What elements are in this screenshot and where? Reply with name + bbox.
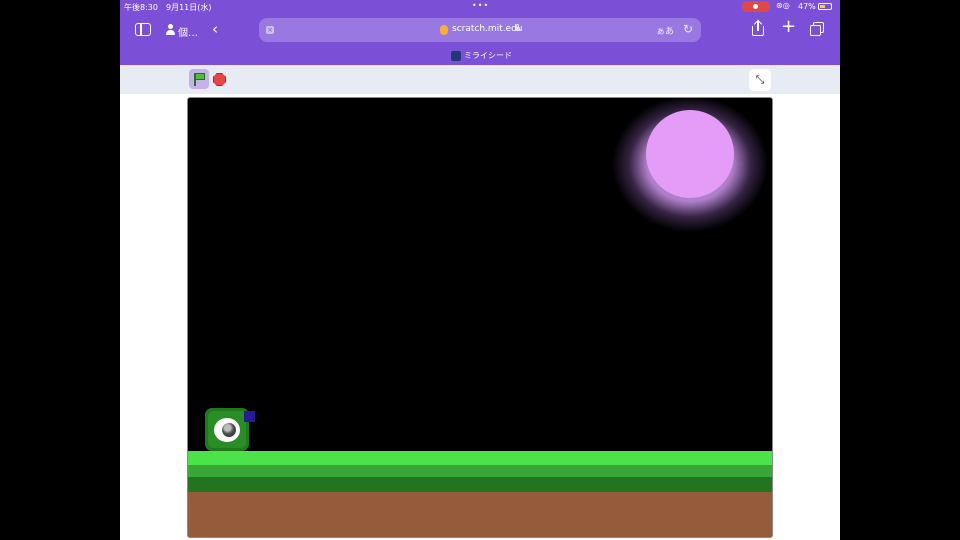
scratch-stage-header: ⤡ (120, 65, 840, 94)
share-icon[interactable] (752, 19, 764, 36)
profile-icon[interactable] (165, 24, 175, 36)
tab-title[interactable]: ミライシード (464, 50, 512, 61)
site-favicon-icon (440, 25, 448, 35)
new-tab-icon[interactable]: + (781, 17, 796, 37)
ground-grass-middle (188, 465, 772, 477)
scratch-stage[interactable] (187, 97, 773, 538)
tab-favicon-icon (451, 51, 461, 61)
player-eye (214, 418, 240, 442)
sidebar-toggle-icon[interactable] (135, 23, 151, 36)
ipad-screen: 午後8:30 9月11日(水) ••• ⊛◎ 47% 個… ‹ × scratc… (120, 0, 840, 540)
status-time: 午後8:30 (124, 3, 158, 12)
translate-button[interactable]: ぁあ (656, 24, 674, 37)
status-bar: 午後8:30 9月11日(水) ••• ⊛◎ 47% (120, 0, 840, 14)
battery-icon (818, 3, 832, 10)
screen-recording-icon[interactable] (742, 1, 770, 12)
close-tab-icon[interactable]: × (266, 26, 274, 34)
url-text[interactable]: scratch.mit.edu (452, 24, 523, 34)
ground-dirt (188, 492, 772, 537)
tab-overview-icon[interactable] (810, 22, 824, 36)
lock-icon (515, 24, 520, 31)
tab-strip: ミライシード (120, 46, 840, 65)
wifi-icon: ⊛◎ (776, 1, 790, 10)
moon-sprite[interactable] (646, 110, 734, 198)
browser-toolbar: 個… ‹ × scratch.mit.edu ぁあ ↻ + (120, 14, 840, 46)
status-date: 9月11日(水) (166, 3, 212, 12)
green-flag-button[interactable] (189, 69, 209, 89)
player-headband (244, 411, 255, 422)
battery-level-fill (820, 5, 825, 8)
back-button[interactable]: ‹ (212, 22, 218, 37)
player-sprite[interactable] (205, 408, 249, 451)
exit-fullscreen-button[interactable]: ⤡ (749, 69, 771, 91)
multitask-dots-icon[interactable]: ••• (472, 1, 489, 10)
reload-icon[interactable]: ↻ (683, 22, 693, 36)
ground-grass-top (188, 451, 772, 465)
player-pupil (222, 423, 236, 437)
address-bar[interactable]: × scratch.mit.edu ぁあ ↻ (259, 18, 701, 42)
stop-button[interactable] (213, 73, 226, 86)
profile-label[interactable]: 個… (178, 24, 198, 39)
ground-grass-bottom (188, 477, 772, 492)
battery-percent: 47% (798, 2, 816, 11)
